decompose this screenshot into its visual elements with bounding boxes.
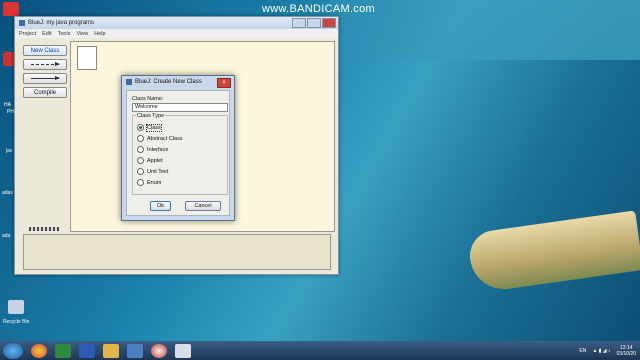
desktop-icon-label: jav [6,148,13,154]
new-class-button[interactable]: New Class [23,45,67,56]
compile-button[interactable]: Compile [23,87,67,98]
option-label: Unit Test [147,168,169,175]
option-abstract-class[interactable]: Abstract Class [137,135,182,142]
excel-icon[interactable] [55,343,71,358]
word-icon[interactable] [79,343,95,358]
radio-icon [137,179,144,186]
option-unit-test[interactable]: Unit Test [137,168,168,175]
menu-tools[interactable]: Tools [58,31,71,37]
solid-arrow-icon [31,76,60,80]
chrome-icon[interactable] [31,343,47,358]
option-applet[interactable]: Applet [137,157,163,164]
language-indicator[interactable]: EN [579,348,586,354]
class-name-label: Class Name: [132,96,164,102]
close-button[interactable] [322,18,336,28]
radio-icon [137,168,144,175]
desktop-app-icon[interactable] [3,2,19,16]
option-label: Abstract Class [147,135,183,142]
bandicam-icon[interactable] [151,343,167,358]
tray-icons[interactable]: ▲ ▮ ◢ ♪ [592,348,610,354]
main-window-title: BlueJ: my java programs [28,20,95,26]
radio-selected-icon [137,124,144,131]
option-interface[interactable]: Interface [137,146,168,153]
option-enum[interactable]: Enum [137,179,161,186]
clock[interactable]: 13:14 03/10/20 [617,345,636,357]
recycle-bin-label: Recycle Bin [3,319,30,325]
file-explorer-icon[interactable] [103,343,119,358]
start-button[interactable] [3,342,23,359]
machine-status-indicator [29,227,59,231]
maximize-button[interactable] [307,18,321,28]
option-label: Enum [147,179,162,186]
bluej-icon [126,79,132,85]
class-name-input[interactable]: Welcome [132,103,228,112]
menu-view[interactable]: View [76,31,88,37]
menu-edit[interactable]: Edit [42,31,51,37]
side-toolbar: New Class Compile [23,45,67,101]
bluej-icon [19,20,25,26]
option-class[interactable]: Class [137,123,162,132]
dashed-arrow-icon [31,62,60,66]
taskbar: EN ▲ ▮ ◢ ♪ 13:14 03/10/20 [0,341,640,360]
desktop-icon-label: HA [4,102,11,108]
minimize-button[interactable] [292,18,306,28]
status-message-area [23,234,331,270]
readme-document-icon[interactable] [77,46,97,70]
recycle-bin-icon[interactable] [8,300,24,314]
class-type-label: Class Type [136,113,166,119]
desktop-icon-label: adas [2,190,13,196]
bandicam-watermark: www.BANDICAM.com [262,3,375,15]
radio-icon [137,135,144,142]
dialog-close-button[interactable]: × [217,78,231,88]
menu-project[interactable]: Project [19,31,36,37]
option-label: Class [146,123,162,132]
bluej-taskbar-icon[interactable] [175,343,191,358]
ocean-highlight [330,0,640,60]
uses-arrow-button[interactable] [23,59,67,70]
radio-icon [137,146,144,153]
clock-date: 03/10/20 [616,350,636,357]
inheritance-arrow-button[interactable] [23,73,67,84]
desktop-icon-label: ada [2,233,11,239]
app-icon[interactable] [127,343,143,358]
system-tray: EN ▲ ▮ ◢ ♪ 13:14 03/10/20 [579,341,636,360]
option-label: Interface [147,146,169,153]
ok-button[interactable]: Ok [150,201,171,211]
main-titlebar[interactable]: BlueJ: my java programs [15,17,338,29]
menu-bar: Project Edit Tools View Help [15,29,338,38]
dialog-body: Class Name: Welcome Class Type Class Abs… [126,90,230,216]
cancel-button[interactable]: Cancel [185,201,221,211]
dialog-title: BlueJ: Create New Class [135,79,202,85]
radio-icon [137,157,144,164]
island-landmass [466,210,640,294]
window-controls [292,18,336,28]
desktop-icon-label: PH [7,109,14,115]
create-class-dialog: BlueJ: Create New Class × Class Name: We… [121,75,235,221]
menu-help[interactable]: Help [94,31,105,37]
option-label: Applet [147,157,163,164]
